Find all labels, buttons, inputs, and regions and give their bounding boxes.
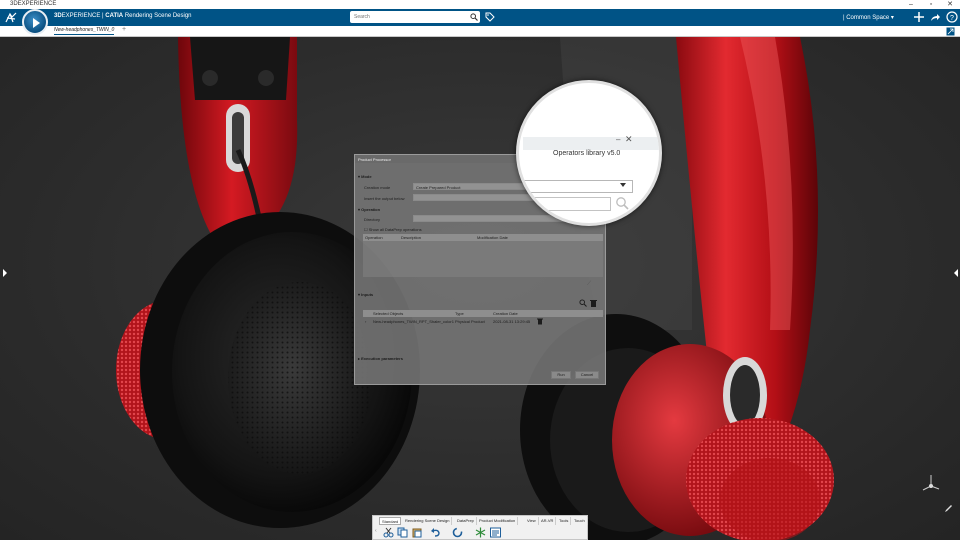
op-col-operation: Operation: [365, 235, 383, 240]
panel-expand-right-icon[interactable]: [953, 269, 959, 277]
undo-icon[interactable]: [430, 527, 441, 538]
input-col-creation-date: Creation Date: [493, 311, 518, 316]
operators-library-title: Operators library v5.0: [553, 150, 621, 157]
paste-icon[interactable]: [412, 527, 423, 538]
input-col-type: Type: [455, 311, 464, 316]
execution-section[interactable]: ▸ Execution parameters: [358, 356, 403, 361]
run-button[interactable]: Run: [551, 371, 571, 379]
insert-below-label: Insert the output below: [364, 196, 405, 201]
add-icon[interactable]: [913, 11, 925, 23]
creation-mode-value: Create Prepared Product: [416, 185, 461, 190]
app-title: Rendering Scene Design: [124, 13, 192, 19]
close-icon[interactable]: ✕: [625, 134, 633, 145]
execution-section-label: Execution parameters: [361, 356, 403, 361]
svg-text:?: ?: [950, 15, 954, 22]
inputs-section[interactable]: ▾ Inputs: [358, 292, 373, 297]
tab-product-modification[interactable]: Product Modification: [477, 517, 519, 525]
tab-document[interactable]: New-headphones_TWIN_0: [54, 27, 115, 35]
minimize-icon[interactable]: –: [616, 135, 620, 144]
action-bar: Standard Rendering Scene Design DataPrep…: [372, 515, 588, 540]
window-app-name: 3DEXPERIENCE: [10, 1, 57, 7]
compass-axis-icon[interactable]: [920, 472, 942, 494]
op-col-description: Description: [401, 235, 422, 240]
show-all-label: Show all DataPrep operations: [368, 227, 422, 232]
input-object-date: 2021-08-31 13:29:45: [493, 319, 531, 324]
op-col-modification-date: Modification Date: [477, 235, 508, 240]
maximize-button[interactable]: ▫: [922, 0, 940, 9]
table-row[interactable]: › New-headphones_TWIN_RPT_Shaler_color1 …: [363, 318, 603, 326]
window-titlebar: 3DEXPERIENCE – ▫ ✕: [0, 0, 960, 9]
search-icon[interactable]: [615, 196, 629, 210]
operations-table-body[interactable]: [363, 241, 603, 277]
tab-touch[interactable]: Touch: [572, 517, 588, 525]
tab-standard[interactable]: Standard: [379, 517, 402, 525]
show-all-checkbox[interactable]: ☐ Show all DataPrep operations: [364, 227, 422, 232]
chevron-down-icon[interactable]: [620, 183, 626, 187]
operators-library-select[interactable]: [523, 180, 633, 193]
dialog-title: Product Processor: [358, 157, 391, 162]
operators-library-titlebar[interactable]: [523, 137, 659, 150]
tag-icon[interactable]: [485, 12, 495, 22]
search-icon[interactable]: [470, 13, 478, 21]
directory-label: Directory: [364, 217, 381, 222]
inputs-section-label: Inputs: [361, 292, 374, 297]
compass-icon[interactable]: [22, 9, 48, 35]
tab-tools[interactable]: Tools: [557, 517, 572, 525]
3ds-logo-icon[interactable]: [4, 11, 18, 24]
close-window-button[interactable]: ✕: [941, 0, 959, 9]
collab-space-selector[interactable]: | Common Space ▾: [843, 14, 894, 21]
share-icon[interactable]: [929, 11, 941, 23]
input-object-name: New-headphones_TWIN_RPT_Shaler_color1: [373, 319, 454, 324]
add-tab-button[interactable]: +: [122, 26, 126, 33]
help-icon[interactable]: ?: [946, 11, 958, 23]
input-col-objects: Selected Objects: [373, 311, 404, 316]
inputs-table-header: Selected Objects Type Creation Date: [363, 310, 603, 317]
cancel-button[interactable]: Cancel: [575, 371, 599, 379]
tab-ar-vr[interactable]: AR-VR: [539, 517, 557, 525]
operation-section[interactable]: ▾ Operation: [358, 207, 380, 212]
panel-expand-left-icon[interactable]: [2, 269, 8, 277]
app-brand: 3DEXPERIENCE | CATIA Rendering Scene Des…: [54, 13, 192, 19]
search-inputs-icon[interactable]: [579, 299, 587, 307]
magnifier-callout: – ✕ Operators library v5.0: [516, 80, 662, 226]
creation-mode-label: Creation mode: [364, 185, 391, 190]
operators-library-search-field[interactable]: [523, 197, 611, 211]
minimize-button[interactable]: –: [902, 0, 920, 9]
document-tab-bar: New-headphones_TWIN_0 +: [0, 26, 960, 37]
pen-icon[interactable]: [944, 504, 953, 513]
wand-icon[interactable]: ⟋: [587, 281, 591, 288]
brand-mid: EXPERIENCE |: [61, 13, 106, 19]
row-expand-icon[interactable]: ›: [365, 319, 366, 324]
mode-section[interactable]: ▾ Mode: [358, 174, 372, 179]
cut-icon[interactable]: [383, 527, 394, 538]
properties-icon[interactable]: [490, 527, 501, 538]
snowflake-icon[interactable]: [475, 527, 486, 538]
operations-table-header: Operation Description Modification Date: [363, 234, 603, 241]
tab-view[interactable]: View: [525, 517, 539, 525]
space-label: | Common Space: [843, 15, 890, 21]
copy-icon[interactable]: [397, 527, 408, 538]
brand-app: CATIA: [105, 13, 124, 19]
fullscreen-icon[interactable]: [946, 27, 955, 36]
tab-rendering-scene-design[interactable]: Rendering Scene Design: [403, 517, 453, 525]
delete-inputs-icon[interactable]: [590, 299, 597, 307]
trash-icon[interactable]: [537, 318, 543, 325]
input-object-type: Physical Product: [455, 319, 485, 324]
tab-dataprep[interactable]: DataPrep: [455, 517, 477, 525]
action-bar-expand-icon[interactable]: ‹: [375, 528, 377, 534]
brand-prefix: 3D: [54, 13, 62, 19]
update-icon[interactable]: [452, 527, 463, 538]
mode-section-label: Mode: [361, 174, 372, 179]
search-input[interactable]: [350, 11, 480, 23]
operation-section-label: Operation: [361, 207, 381, 212]
